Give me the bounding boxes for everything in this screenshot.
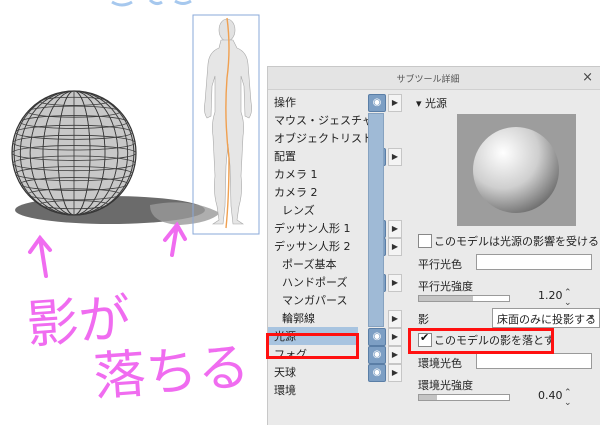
wireframe-sphere[interactable] (11, 90, 137, 216)
expand-arrow-icon[interactable]: ▶ (388, 346, 402, 364)
category-label: カメラ 1 (274, 168, 318, 181)
expand-arrow-icon[interactable]: ▶ (388, 220, 402, 238)
parallel-light-intensity-slider[interactable] (418, 295, 510, 302)
ambient-intensity-slider[interactable] (418, 394, 510, 401)
category-item[interactable]: 操作 ◉ ▶ (274, 93, 414, 112)
category-label: 天球 (274, 366, 296, 379)
expand-arrow-icon[interactable]: ▶ (388, 274, 402, 292)
eye-icon[interactable]: ◉ (368, 346, 386, 364)
expand-arrow-icon[interactable]: ▶ (388, 94, 402, 112)
category-item[interactable]: ハンドポーズ◉▶ (274, 273, 414, 292)
highlight-cast-shadow (408, 328, 554, 354)
category-item[interactable]: 配置◉▶ (274, 147, 414, 166)
shadow-label: 影 (418, 313, 429, 326)
category-label: デッサン人形 2 (274, 240, 351, 253)
expand-arrow-icon[interactable]: ▶ (388, 310, 402, 328)
parallel-light-intensity-spinner[interactable]: ⌃ ⌄ (564, 288, 572, 308)
receive-light-label: このモデルは光源の影響を受ける (434, 235, 599, 248)
annotation-arrows (28, 221, 187, 278)
category-label: オブジェクトリスト (274, 132, 373, 145)
category-item[interactable]: レンズ (274, 201, 414, 219)
category-label: 操作 (274, 96, 296, 109)
category-item[interactable]: デッサン人形 1◉▶ (274, 219, 414, 238)
light-preview[interactable] (457, 114, 576, 226)
category-label: 環境 (274, 384, 296, 397)
category-label: ハンドポーズ (282, 276, 348, 289)
chevron-down-icon: ⌄ (587, 310, 596, 321)
category-item[interactable]: デッサン人形 2◉▶ (274, 237, 414, 256)
category-item[interactable]: マンガパース (274, 291, 414, 309)
category-item[interactable]: カメラ 2 (274, 183, 414, 201)
category-label: マンガパース (282, 294, 348, 307)
top-scribble (111, 0, 192, 7)
light-preview-sphere (473, 127, 559, 213)
category-label: 輪郭線 (282, 312, 315, 325)
category-label: レンズ (282, 204, 315, 217)
highlight-light-category (266, 333, 359, 359)
drawing-doll-figure[interactable] (204, 17, 252, 229)
category-label: 配置 (274, 150, 296, 163)
properties-pane: ▾ 光源 このモデルは光源の影響を受ける 平行光色 平行光強度 1.20 ⌃ ⌄ … (414, 89, 600, 425)
shadow-mode-select[interactable]: 床面のみに投影する ⌄ (492, 308, 600, 328)
category-label: ポーズ基本 (282, 258, 337, 271)
receive-light-checkbox[interactable] (418, 234, 432, 248)
annotation-text-line2: 落ちる (92, 337, 252, 408)
panel-title: サブツール詳細 (396, 75, 460, 85)
eye-icon[interactable]: ◉ (368, 94, 386, 112)
expand-arrow-icon[interactable]: ▶ (388, 148, 402, 166)
category-label: デッサン人形 1 (274, 222, 351, 235)
category-item[interactable]: 輪郭線 ▶ (274, 309, 414, 328)
category-item[interactable]: 環境 (274, 381, 414, 399)
category-label: カメラ 2 (274, 186, 318, 199)
ambient-color-label: 環境光色 (418, 357, 462, 370)
category-item[interactable]: 天球 ◉ ▶ (274, 363, 414, 382)
category-item[interactable]: カメラ 1 (274, 165, 414, 183)
sub-tool-detail-panel: サブツール詳細 × 操作◉▶マウス・ジェスチャーオブジェクトリスト配置◉▶カメラ… (266, 66, 600, 425)
category-scrollbar-thumb[interactable] (368, 113, 384, 327)
shadow-mode-value: 床面のみに投影する (497, 313, 596, 326)
ambient-intensity-label: 環境光強度 (418, 379, 473, 392)
ambient-intensity-spinner[interactable]: ⌃ ⌄ (564, 388, 572, 408)
parallel-light-color-label: 平行光色 (418, 258, 462, 271)
parallel-light-color-well[interactable] (476, 254, 592, 270)
eye-icon[interactable]: ◉ (368, 364, 386, 382)
category-item[interactable]: マウス・ジェスチャー (274, 111, 414, 129)
panel-titlebar[interactable]: サブツール詳細 × (268, 67, 600, 90)
expand-arrow-icon[interactable]: ▶ (388, 238, 402, 256)
parallel-light-intensity-value: 1.20 (538, 289, 563, 302)
category-item[interactable]: ポーズ基本 (274, 255, 414, 273)
ambient-color-well[interactable] (476, 353, 592, 369)
parallel-light-intensity-label: 平行光強度 (418, 280, 473, 293)
category-item[interactable]: オブジェクトリスト (274, 129, 414, 147)
eye-icon[interactable]: ◉ (368, 328, 386, 346)
ambient-intensity-value: 0.40 (538, 389, 563, 402)
expand-arrow-icon[interactable]: ▶ (388, 328, 402, 346)
close-icon[interactable]: × (582, 70, 593, 85)
expand-arrow-icon[interactable]: ▶ (388, 364, 402, 382)
section-title: ▾ 光源 (416, 97, 448, 110)
